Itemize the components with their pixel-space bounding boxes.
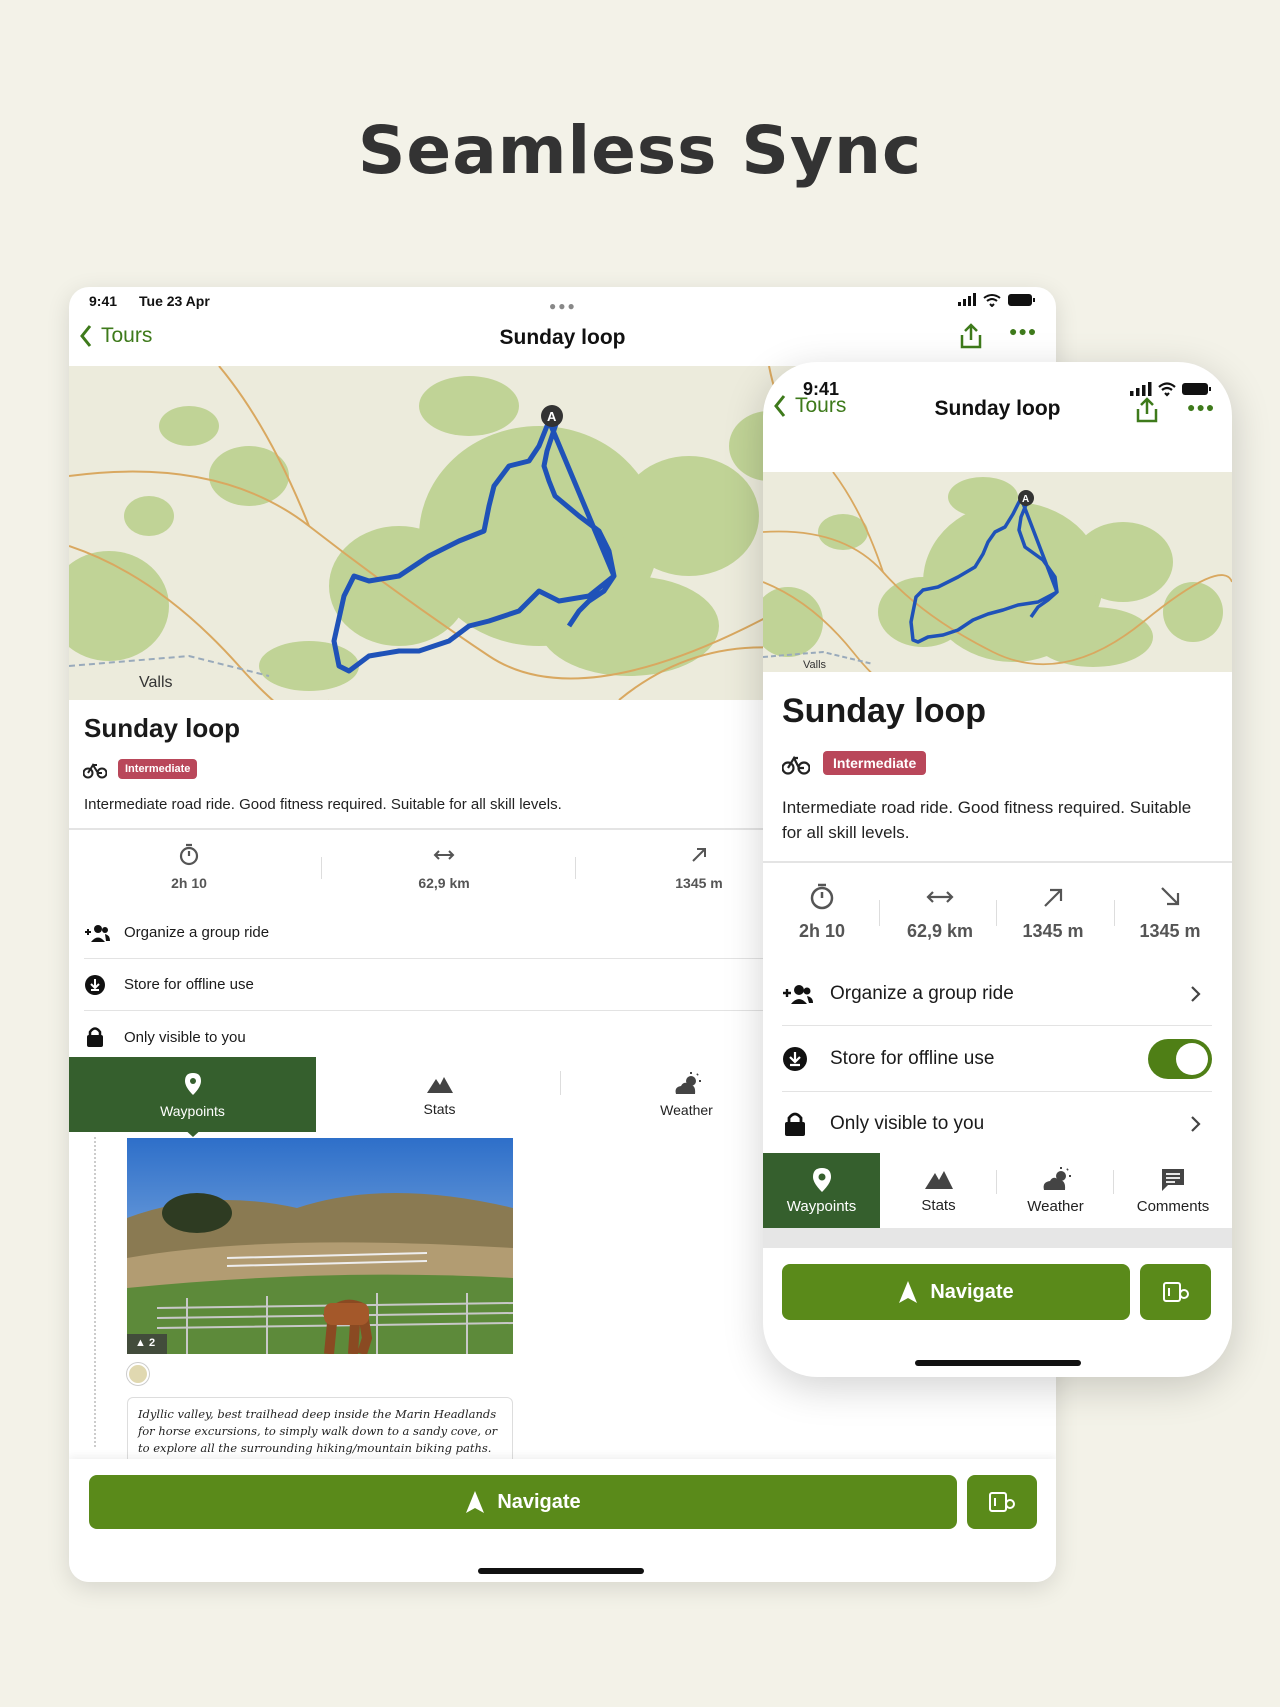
waypoint-icon — [184, 1072, 201, 1095]
home-indicator — [478, 1568, 644, 1574]
status-icons — [958, 293, 1035, 307]
map-place-label: Valls — [803, 659, 827, 671]
mountain-icon — [426, 1076, 453, 1093]
stat-distance: 62,9 km — [384, 843, 504, 891]
bike-icon — [782, 755, 810, 775]
ascent-icon — [692, 848, 706, 862]
action-offline[interactable]: Store for offline use — [782, 1026, 1212, 1092]
device-sync-icon — [1162, 1282, 1189, 1302]
page-title: Sunday loop — [934, 397, 1061, 420]
tab-stats[interactable]: Stats — [316, 1057, 563, 1132]
difficulty-badge: Intermediate — [118, 759, 198, 779]
avatar[interactable] — [127, 1363, 149, 1385]
stat-distance: 62,9 km — [885, 882, 995, 942]
chevron-right-icon — [1191, 985, 1201, 1002]
distance-icon — [926, 891, 954, 903]
lock-icon — [785, 1112, 805, 1136]
distance-icon — [433, 850, 455, 860]
tab-waypoints[interactable]: Waypoints — [69, 1057, 316, 1132]
waypoint-comment: Idyllic valley, best trailhead deep insi… — [127, 1397, 513, 1466]
device-sync-icon — [989, 1492, 1015, 1512]
route-map[interactable]: A Valls — [763, 472, 1232, 672]
home-indicator — [915, 1360, 1081, 1366]
action-group-ride[interactable]: Organize a group ride — [782, 962, 1212, 1026]
stat-ascent: 1345 m — [639, 843, 759, 891]
waypoint-photo[interactable]: ▲ 2 — [127, 1138, 513, 1354]
divider — [996, 900, 997, 926]
thumbs-up-icon: ▲ — [135, 1337, 146, 1349]
divider — [763, 861, 1232, 863]
page-title: Sunday loop — [499, 326, 626, 349]
device-sync-button[interactable] — [967, 1475, 1037, 1529]
chevron-right-icon — [1191, 1116, 1201, 1132]
headline: Seamless Sync — [357, 112, 923, 189]
map-canvas: A — [763, 472, 1232, 672]
navigation-arrow-icon — [466, 1491, 485, 1513]
tab-waypoints[interactable]: Waypoints — [763, 1153, 880, 1228]
download-icon — [783, 1046, 807, 1071]
share-icon[interactable] — [959, 322, 983, 350]
status-icons — [1130, 382, 1211, 397]
more-icon[interactable]: ●●● — [1009, 323, 1037, 339]
difficulty-badge: Intermediate — [823, 751, 927, 775]
navigate-button[interactable]: Navigate — [89, 1475, 957, 1529]
comment-icon — [1162, 1169, 1184, 1191]
active-tab-pointer — [182, 1127, 204, 1137]
photo-canvas — [127, 1138, 513, 1354]
offline-toggle[interactable] — [1148, 1039, 1212, 1079]
group-add-icon — [783, 984, 813, 1004]
ascent-icon — [1044, 888, 1063, 907]
group-add-icon — [85, 924, 110, 942]
phone-screen: 9:41 Tours Sunday loop ●●● A Valls Sunda… — [763, 362, 1232, 1377]
download-icon — [85, 974, 105, 995]
share-icon[interactable] — [1135, 396, 1159, 424]
divider — [321, 857, 322, 879]
timer-icon — [810, 883, 834, 910]
tab-stats[interactable]: Stats — [880, 1153, 997, 1228]
action-visibility[interactable]: Only visible to you — [782, 1092, 1212, 1156]
divider — [1114, 900, 1115, 926]
multitask-dots-icon[interactable]: ●●● — [549, 299, 577, 313]
status-date: Tue 23 Apr — [139, 293, 210, 309]
tour-description: Intermediate road ride. Good fitness req… — [782, 798, 1192, 842]
svg-text:A: A — [547, 409, 557, 424]
tour-title: Sunday loop — [782, 692, 986, 730]
map-place-label: Valls — [139, 674, 173, 691]
tab-comments[interactable]: Comments — [1114, 1153, 1232, 1228]
descent-icon — [1161, 887, 1180, 906]
action-visibility[interactable]: Only visible to you — [84, 1011, 764, 1063]
device-sync-button[interactable] — [1140, 1264, 1211, 1320]
navigation-arrow-icon — [899, 1281, 918, 1303]
stat-descent: 1345 m — [1115, 882, 1225, 942]
svg-text:A: A — [1022, 494, 1029, 505]
photo-likes: ▲ 2 — [135, 1337, 156, 1349]
more-icon[interactable]: ●●● — [1187, 399, 1215, 415]
weather-icon — [1043, 1167, 1071, 1190]
action-group-ride[interactable]: Organize a group ride — [84, 907, 764, 959]
lock-icon — [87, 1027, 103, 1047]
timer-icon — [179, 843, 199, 866]
content-shadow — [763, 1228, 1232, 1248]
mountain-icon — [924, 1171, 953, 1189]
action-offline[interactable]: Store for offline use — [84, 959, 764, 1011]
tab-weather[interactable]: Weather — [997, 1153, 1114, 1228]
tour-title: Sunday loop — [84, 713, 240, 743]
status-time: 9:41 — [89, 293, 118, 309]
bike-icon — [83, 763, 107, 779]
timeline-line — [94, 1137, 96, 1447]
stat-duration: 2h 10 — [777, 882, 867, 942]
stat-duration: 2h 10 — [129, 843, 249, 891]
divider — [879, 900, 880, 926]
divider — [575, 857, 576, 879]
weather-icon — [675, 1071, 701, 1094]
navigate-button[interactable]: Navigate — [782, 1264, 1130, 1320]
divider — [560, 1071, 561, 1095]
tour-description: Intermediate road ride. Good fitness req… — [84, 796, 562, 813]
waypoint-icon — [812, 1168, 831, 1192]
stat-ascent: 1345 m — [998, 882, 1108, 942]
